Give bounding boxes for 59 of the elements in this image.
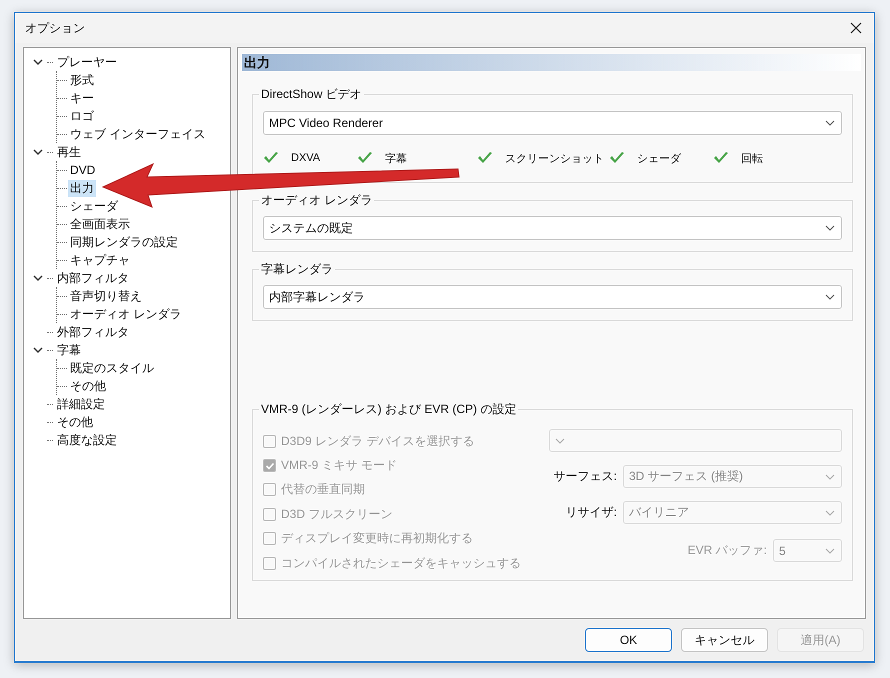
- renderer-dropdown[interactable]: MPC Video Renderer: [263, 111, 842, 135]
- dialog-button[interactable]: OK: [585, 628, 672, 652]
- group-label: DirectShow ビデオ: [260, 86, 363, 103]
- window-title: オプション: [25, 20, 85, 36]
- option-label: D3D9 レンダラ デバイスを選択する: [281, 432, 474, 450]
- tree-item[interactable]: ウェブ インターフェイス: [68, 126, 208, 142]
- tree-item[interactable]: 同期レンダラの設定: [68, 234, 180, 250]
- audio-renderer-dropdown[interactable]: システムの既定: [263, 216, 842, 240]
- group-label: 字幕レンダラ: [260, 261, 334, 278]
- tree-item[interactable]: 内部フィルタ: [55, 270, 131, 286]
- tree-item[interactable]: 全画面表示: [68, 216, 132, 232]
- tree-item[interactable]: 詳細設定: [55, 396, 107, 412]
- tree-item[interactable]: プレーヤー: [55, 54, 119, 70]
- tree-item[interactable]: ロゴ: [68, 108, 96, 124]
- tree-item[interactable]: 外部フィルタ: [55, 324, 131, 340]
- capability-label: 回転: [741, 152, 763, 166]
- tree-item[interactable]: 形式: [68, 72, 96, 88]
- option-label: 代替の垂直同期: [281, 481, 365, 498]
- chevron-icon: [825, 120, 835, 126]
- tree-item[interactable]: DVD: [68, 162, 98, 178]
- tree-item[interactable]: 字幕: [55, 342, 83, 358]
- dialog-button[interactable]: キャンセル: [681, 628, 768, 652]
- capability-label: 字幕: [385, 152, 407, 166]
- tree-item[interactable]: オーディオ レンダラ: [68, 306, 184, 322]
- group-label: オーディオ レンダラ: [260, 192, 374, 209]
- chevron-icon[interactable]: [33, 345, 43, 355]
- tree-item[interactable]: その他: [55, 414, 95, 430]
- field-label: EVR バッファ:: [688, 542, 767, 559]
- option-label: コンパイルされたシェーダをキャッシュする: [281, 554, 521, 572]
- chevron-icon: [825, 474, 835, 480]
- option-label: ディスプレイ変更時に再初期化する: [281, 530, 473, 548]
- chevron-icon: [825, 548, 835, 554]
- group-label: VMR-9 (レンダーレス) および EVR (CP) の設定: [260, 401, 518, 418]
- tree-item[interactable]: 再生: [55, 144, 83, 160]
- option-label: VMR-9 ミキサ モード: [281, 457, 398, 474]
- chevron-icon: [555, 438, 565, 444]
- capability-label: スクリーンショット: [505, 152, 604, 166]
- chevron-icon[interactable]: [33, 147, 43, 157]
- tree-item[interactable]: その他: [68, 378, 108, 394]
- option-label: D3D フルスクリーン: [281, 506, 392, 523]
- capability-label: DXVA: [291, 152, 320, 164]
- field-label: リサイザ:: [566, 504, 617, 521]
- chevron-icon[interactable]: [33, 273, 43, 283]
- subtitle-renderer-dropdown[interactable]: 内部字幕レンダラ: [263, 285, 842, 309]
- chevron-icon: [825, 294, 835, 300]
- chevron-icon[interactable]: [33, 57, 43, 67]
- tree-item[interactable]: 高度な設定: [55, 432, 119, 448]
- chevron-icon: [825, 225, 835, 231]
- tree-item[interactable]: キャプチャ: [68, 252, 132, 268]
- tree-item[interactable]: キー: [68, 90, 96, 106]
- capability-label: シェーダ: [637, 152, 681, 166]
- tree-item[interactable]: 既定のスタイル: [68, 360, 156, 376]
- tree-item[interactable]: 出力: [68, 180, 96, 196]
- chevron-icon: [825, 510, 835, 516]
- tree-item[interactable]: シェーダ: [68, 198, 120, 214]
- close-icon[interactable]: [850, 22, 862, 34]
- tree-item[interactable]: 音声切り替え: [68, 288, 144, 304]
- field-label: サーフェス:: [554, 468, 617, 485]
- page-title: 出力: [244, 55, 270, 70]
